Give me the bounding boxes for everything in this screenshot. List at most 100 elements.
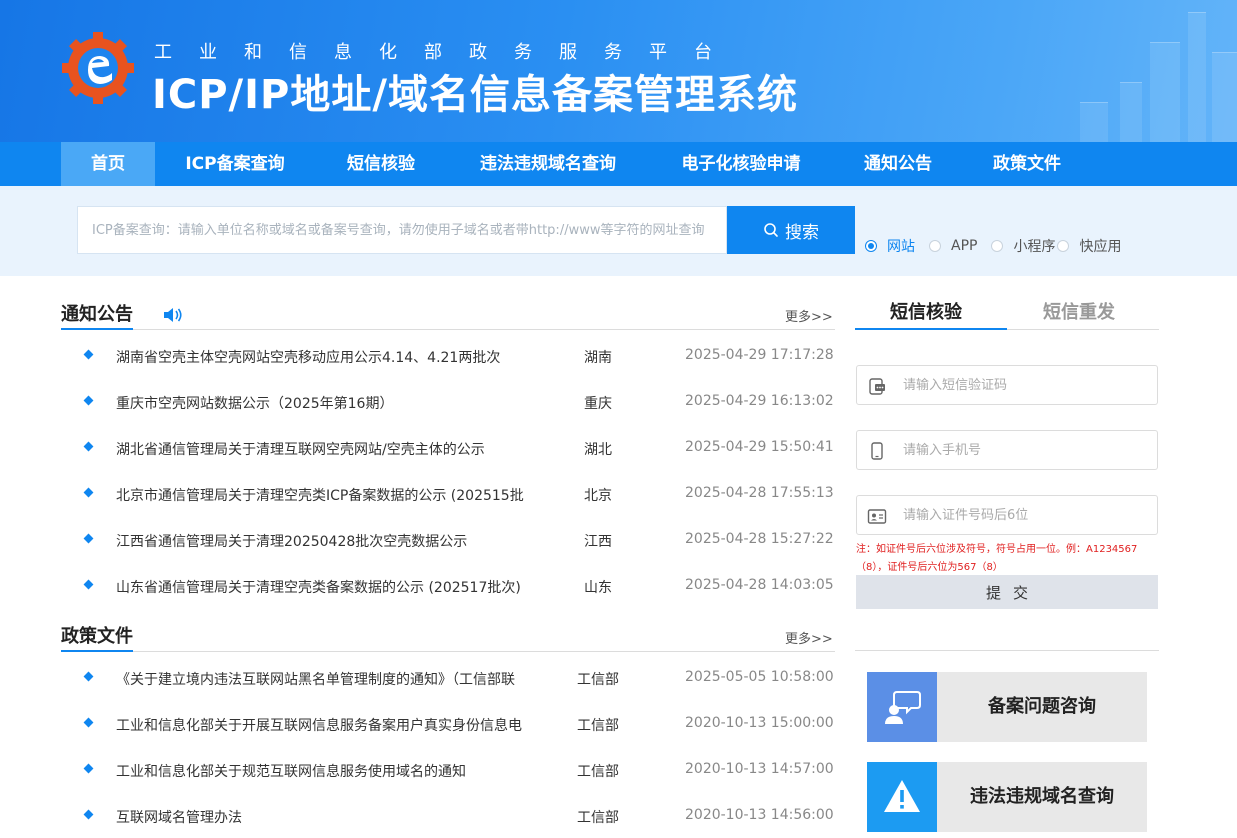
radio-website[interactable]: 网站 [865,236,915,256]
phone-input[interactable] [903,431,1153,469]
building-decoration [1150,42,1180,142]
item-date: 2025-05-05 10:58:00 [685,669,834,685]
bullet-icon [83,763,94,774]
id-number-field [856,495,1158,535]
search-button-label: 搜索 [785,222,819,243]
sms-icon [869,378,885,395]
item-title-link[interactable]: 工业和信息化部关于开展互联网信息服务备案用户真实身份信息电 [116,715,576,735]
nav-policies[interactable]: 政策文件 [978,142,1076,186]
sms-code-input[interactable] [903,366,1153,404]
item-title-link[interactable]: 《关于建立境内违法互联网站黑名单管理制度的通知》（工信部联 [116,669,576,689]
building-decoration [1120,82,1142,142]
bullet-icon [83,717,94,728]
item-date: 2025-04-29 15:50:41 [685,439,834,455]
notices-title: 通知公告 [61,304,133,325]
list-item: 重庆市空壳网站数据公示（2025年第16期） 重庆 2025-04-29 16:13… [60,388,835,418]
item-region: 北京 [584,488,612,504]
item-title-link[interactable]: 北京市通信管理局关于清理空壳类ICP备案数据的公示 (202515批 [116,485,576,505]
item-date: 2025-04-28 15:27:22 [685,531,834,547]
radio-dot-icon [991,240,1004,252]
section-underline [61,650,133,652]
submit-button[interactable]: 提交 [856,575,1158,609]
section-underline [61,328,133,330]
tab-sms-verify[interactable]: 短信核验 [890,298,962,324]
id-number-input[interactable] [903,496,1153,534]
radio-dot-icon [1057,240,1070,252]
divider [855,650,1159,651]
radio-label: APP [951,238,978,254]
warning-icon [884,780,920,812]
item-title-link[interactable]: 互联网域名管理办法 [116,807,576,827]
illegal-domain-card[interactable]: 违法违规域名查询 [867,762,1147,832]
item-region: 湖北 [584,442,612,458]
item-title-link[interactable]: 江西省通信管理局关于清理20250428批次空壳数据公示 [116,531,576,551]
bullet-icon [83,349,94,360]
item-date: 2020-10-13 14:57:00 [685,761,834,777]
bullet-icon [83,441,94,452]
nav-electronic-verify[interactable]: 电子化核验申请 [664,142,818,186]
tab-underline [855,328,1007,330]
nav-illegal-domain-query[interactable]: 违法违规域名查询 [462,142,634,186]
consult-chat-icon [885,691,921,724]
radio-app[interactable]: APP [929,238,977,254]
search-type-radios: 网站 APP 小程序 快应用 [865,236,1135,256]
bullet-icon [83,671,94,682]
item-date: 2020-10-13 14:56:00 [685,807,834,823]
radio-mini-program[interactable]: 小程序 [991,236,1055,256]
consult-card[interactable]: 备案问题咨询 [867,672,1147,742]
tab-sms-resend[interactable]: 短信重发 [1043,298,1115,324]
radio-dot-icon [865,240,877,252]
radio-label: 网站 [887,239,915,255]
item-department: 工信部 [577,764,619,780]
list-item: 湖南省空壳主体空壳网站空壳移动应用公示4.14、4.21两批次 湖南 2025-04… [60,342,835,372]
item-title-link[interactable]: 湖北省通信管理局关于清理互联网空壳网站/空壳主体的公示 [116,439,576,459]
radio-label: 快应用 [1079,239,1122,255]
list-item: 江西省通信管理局关于清理20250428批次空壳数据公示 江西 2025-04-28… [60,526,835,556]
phone-field [856,430,1158,470]
bullet-icon [83,809,94,820]
item-title-link[interactable]: 山东省通信管理局关于清理空壳类备案数据的公示 (202517批次) [116,577,576,597]
item-department: 工信部 [577,810,619,826]
illegal-domain-card-label: 违法违规域名查询 [970,786,1114,807]
divider [61,329,835,330]
item-date: 2025-04-28 14:03:05 [685,577,834,593]
miit-logo [62,32,134,104]
list-item: 北京市通信管理局关于清理空壳类ICP备案数据的公示 (202515批 北京 2025… [60,480,835,510]
speaker-icon [164,308,182,322]
bullet-icon [83,533,94,544]
item-date: 2020-10-13 15:00:00 [685,715,834,731]
page-title: ICP/IP地址/域名信息备案管理系统 [152,72,798,118]
nav-home[interactable]: 首页 [61,142,155,186]
item-title-link[interactable]: 湖南省空壳主体空壳网站空壳移动应用公示4.14、4.21两批次 [116,347,576,367]
id-number-note: 注：如证件号后六位涉及符号，符号占用一位。例：A1234567 （8），证件号后… [856,541,1156,577]
phone-icon [871,442,883,460]
list-item: 工业和信息化部关于开展互联网信息服务备案用户真实身份信息电 工信部 2020-10-… [60,710,835,740]
sms-code-field [856,365,1158,405]
bullet-icon [83,487,94,498]
note-line: 注：如证件号后六位涉及符号，符号占用一位。例：A1234567 [856,544,1138,555]
policies-more-link[interactable]: 更多>> [785,628,833,647]
policies-title: 政策文件 [61,626,133,647]
list-item: 湖北省通信管理局关于清理互联网空壳网站/空壳主体的公示 湖北 2025-04-29 … [60,434,835,464]
radio-quick-app[interactable]: 快应用 [1057,236,1121,256]
list-item: 山东省通信管理局关于清理空壳类备案数据的公示 (202517批次) 山东 2025-… [60,572,835,602]
site-header: 工业和信息化部政务服务平台 ICP/IP地址/域名信息备案管理系统 [0,0,1237,142]
consult-icon-box [867,672,937,742]
nav-sms-verify[interactable]: 短信核验 [330,142,432,186]
warning-icon-box [867,762,937,832]
nav-icp-query[interactable]: ICP备案查询 [170,142,300,186]
notices-more-link[interactable]: 更多>> [785,306,833,325]
building-decoration [1080,102,1108,142]
icp-search-input[interactable] [77,206,727,254]
bullet-icon [83,395,94,406]
radio-dot-icon [929,240,941,252]
item-title-link[interactable]: 重庆市空壳网站数据公示（2025年第16期） [116,393,576,413]
nav-notices[interactable]: 通知公告 [848,142,948,186]
building-decoration [1212,52,1237,142]
item-title-link[interactable]: 工业和信息化部关于规范互联网信息服务使用域名的通知 [116,761,576,781]
item-region: 湖南 [584,350,612,366]
list-item: 工业和信息化部关于规范互联网信息服务使用域名的通知 工信部 2020-10-13 1… [60,756,835,786]
search-button[interactable]: 搜索 [727,206,855,254]
item-department: 工信部 [577,718,619,734]
consult-card-label: 备案问题咨询 [988,696,1096,717]
